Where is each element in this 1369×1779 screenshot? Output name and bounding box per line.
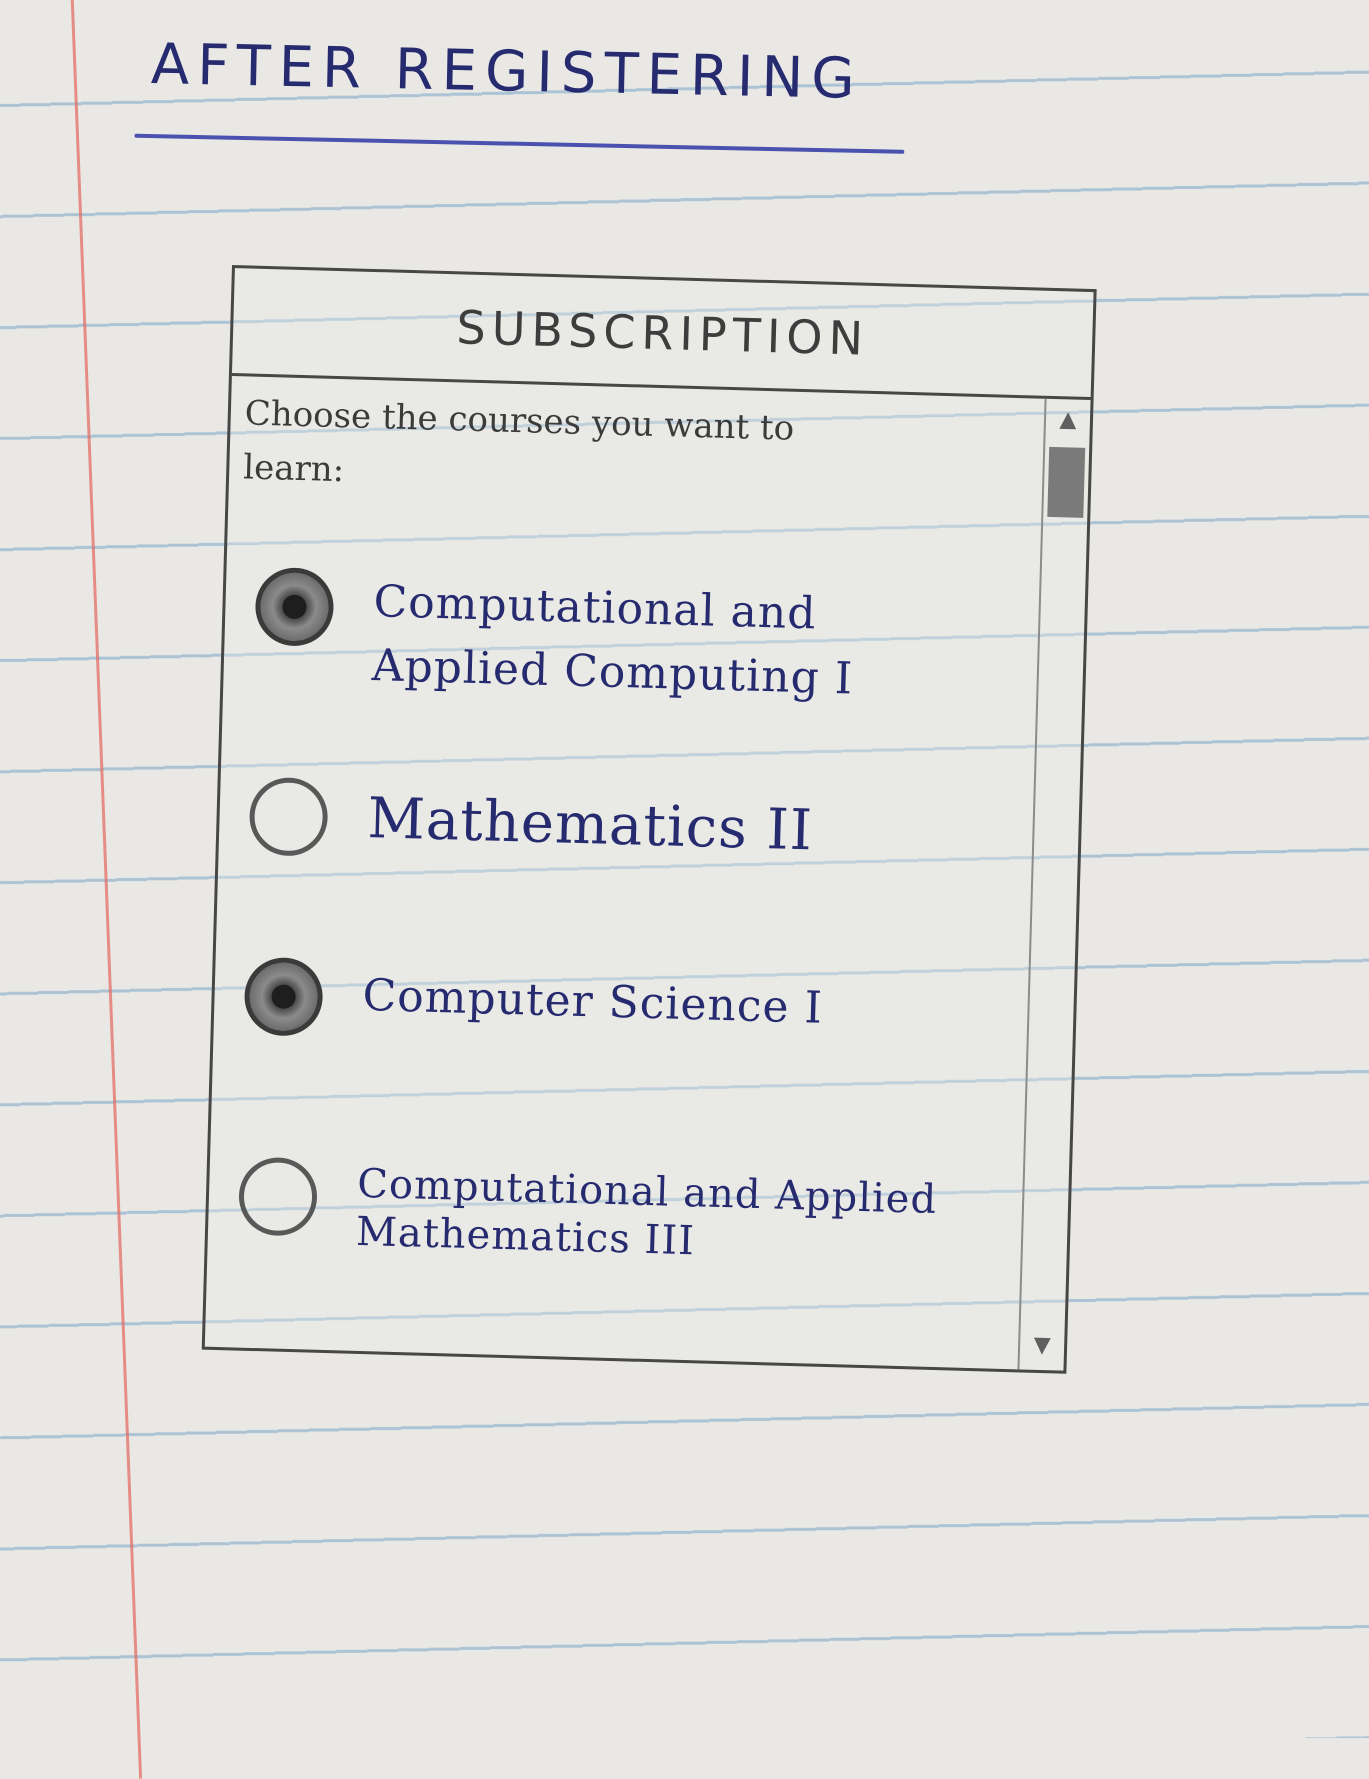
course-option-1[interactable]: Computational and Applied Computing I: [253, 566, 1026, 716]
window-title: SUBSCRIPTION: [455, 299, 870, 366]
scroll-down-arrow-icon[interactable]: ▼: [1020, 1332, 1065, 1358]
course-option-4[interactable]: Computational and Applied Mathematics II…: [237, 1156, 1009, 1274]
radio-dot-icon: [271, 984, 296, 1010]
radio-button-selected[interactable]: [254, 566, 335, 647]
course-option-3[interactable]: Computer Science I: [243, 956, 1016, 1056]
heading-underline: [134, 133, 905, 154]
course-prompt: Choose the courses you want to learn:: [243, 386, 1036, 516]
course-option-2[interactable]: Mathematics II: [248, 776, 1021, 876]
page-heading-group: AFTER REGISTERING: [134, 32, 912, 198]
course-label: Computational and Applied Computing I: [371, 576, 854, 705]
radio-button-selected[interactable]: [243, 956, 324, 1037]
course-label: Computational and Applied Mathematics II…: [355, 1160, 938, 1265]
notebook-margin-line: [70, 0, 143, 1779]
scroll-thumb[interactable]: [1047, 446, 1086, 518]
radio-dot-icon: [282, 594, 307, 620]
scroll-up-arrow-icon[interactable]: ▲: [1046, 407, 1091, 433]
course-list: Computational and Applied Computing I Ma…: [227, 566, 1040, 1264]
prompt-line-2: learn:: [242, 447, 345, 491]
radio-button[interactable]: [237, 1156, 319, 1237]
radio-button[interactable]: [248, 776, 329, 857]
window-content: Choose the courses you want to learn: Co…: [205, 376, 1045, 1369]
subscription-window: SUBSCRIPTION Choose the courses you want…: [201, 265, 1097, 1374]
prompt-line-1: Choose the courses you want to: [244, 393, 795, 449]
course-label: Computer Science I: [361, 969, 824, 1034]
course-label: Mathematics II: [366, 786, 814, 864]
page-heading: AFTER REGISTERING: [150, 32, 864, 112]
